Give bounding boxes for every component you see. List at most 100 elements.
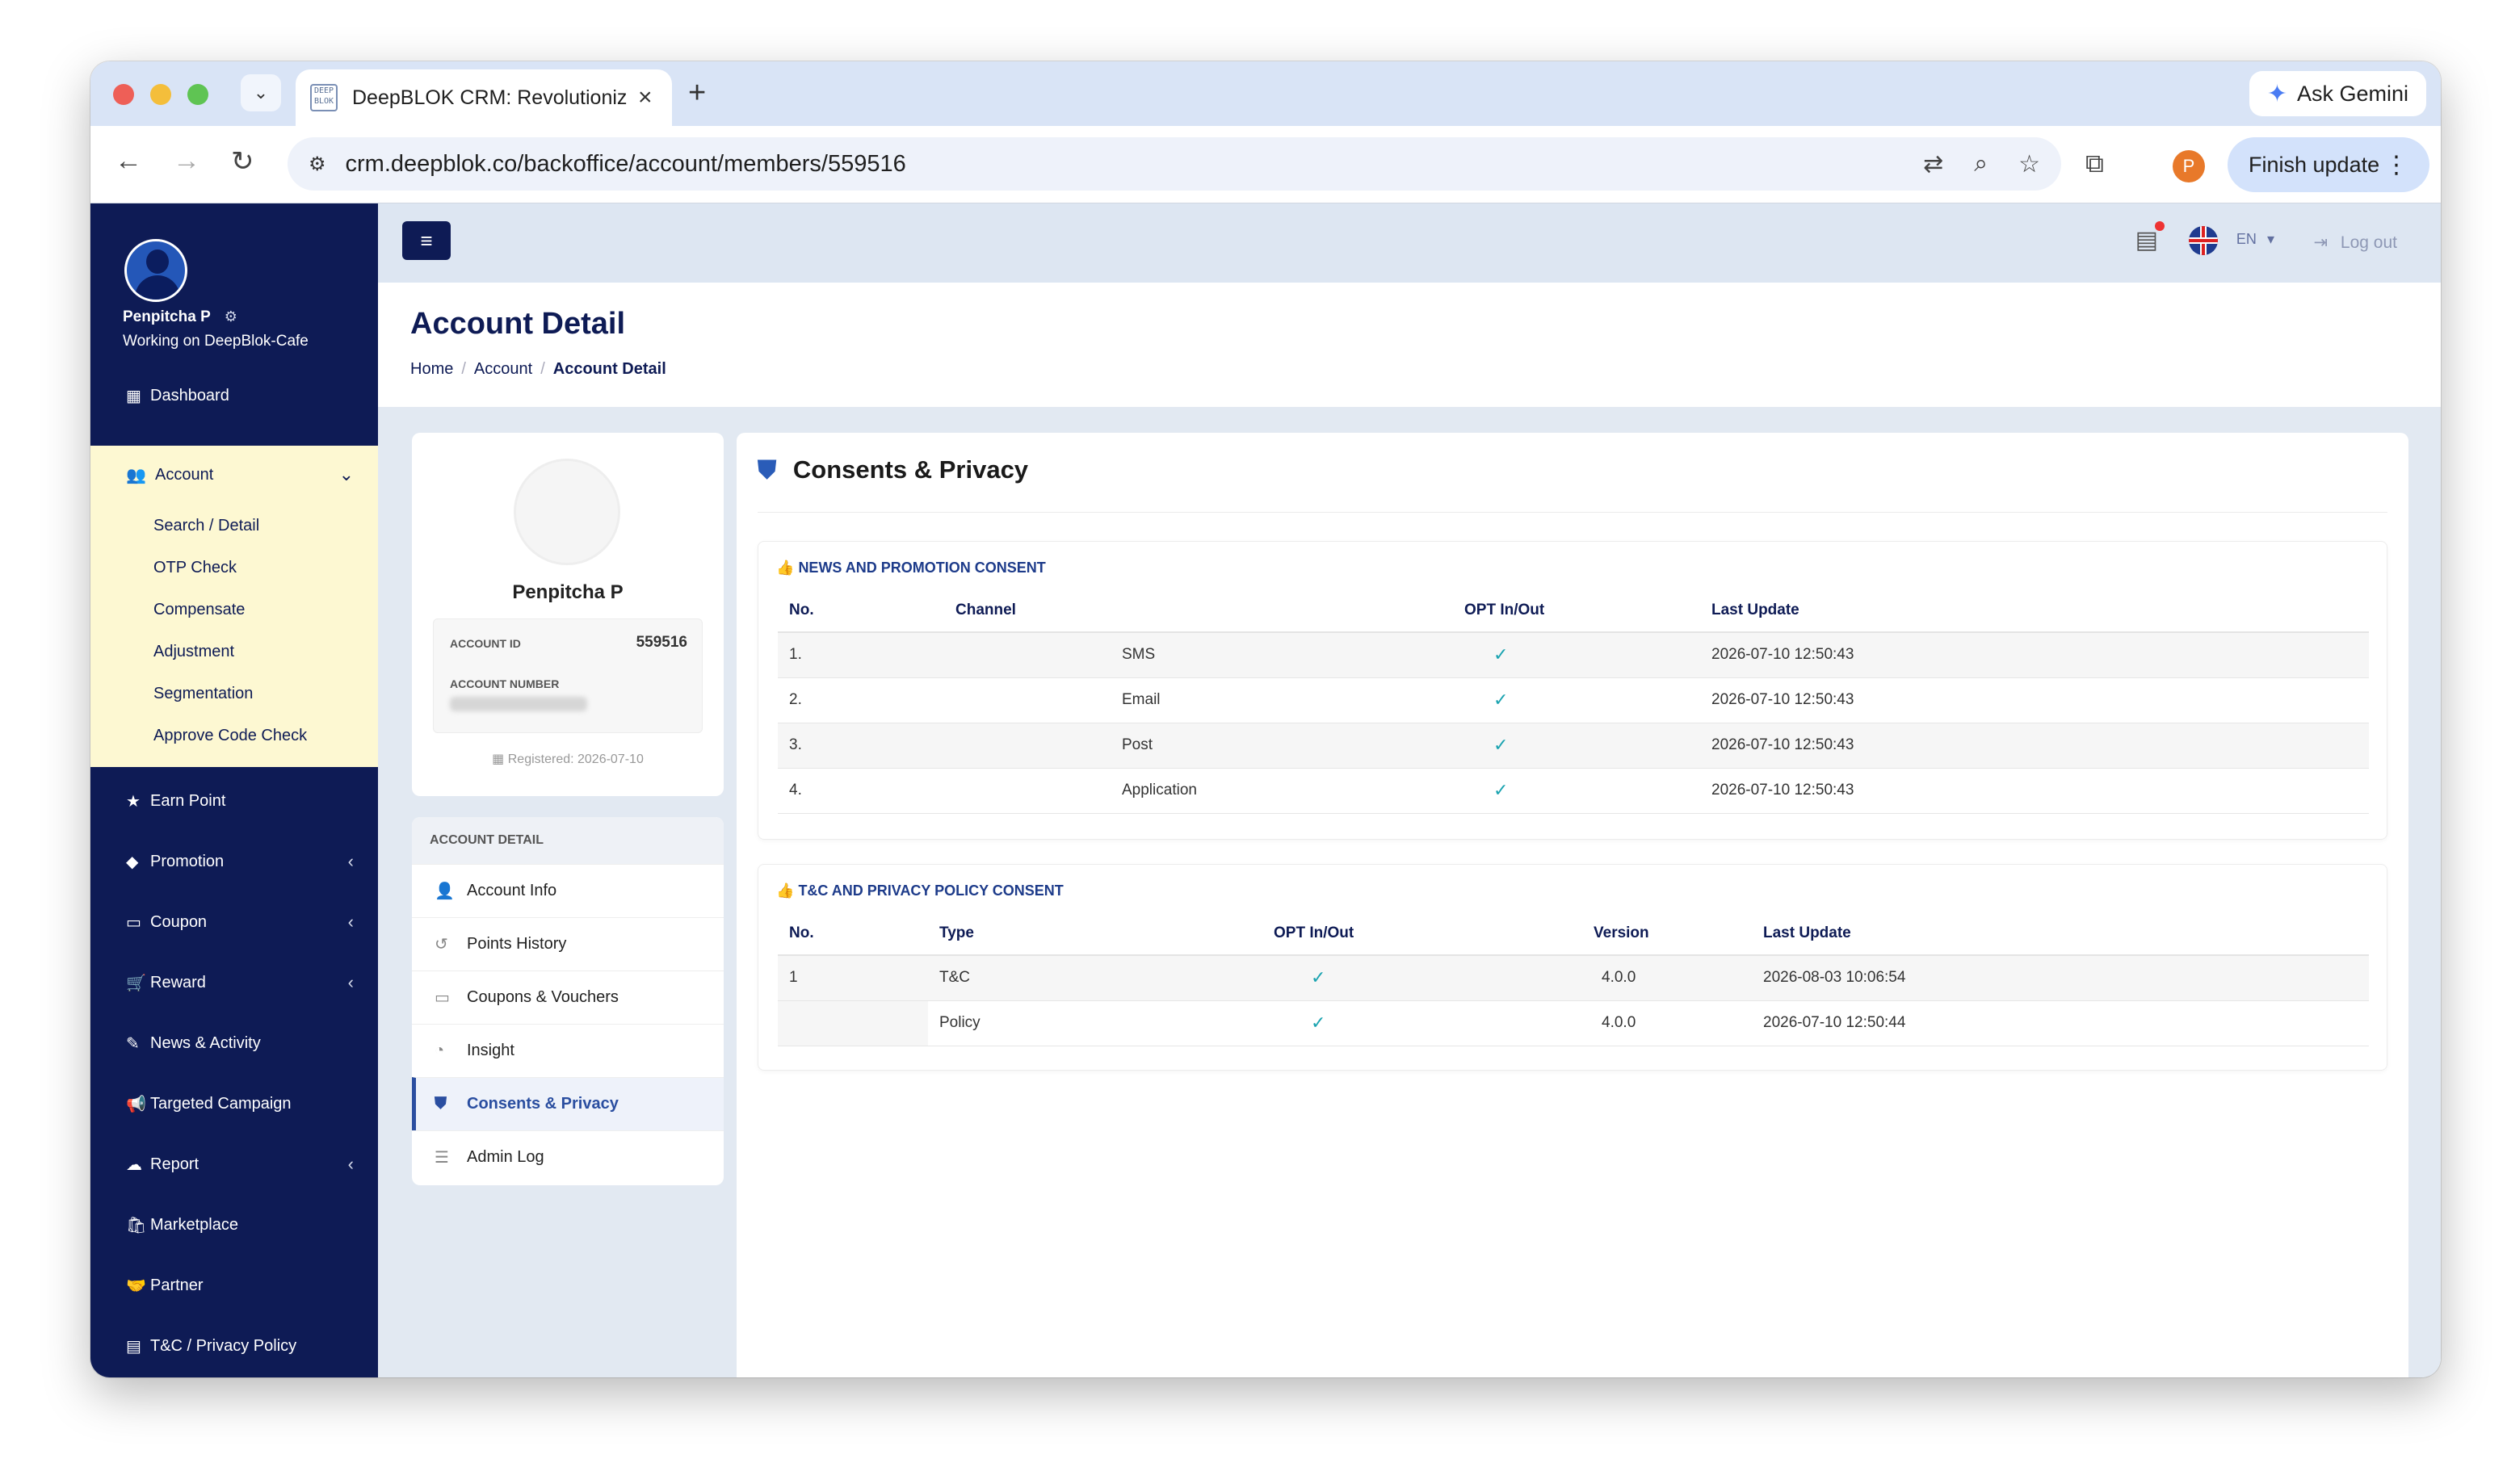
uk-flag-icon[interactable]	[2189, 226, 2218, 255]
logout-label: Log out	[2340, 233, 2397, 252]
account-detail-heading: ACCOUNT DETAIL	[412, 817, 724, 864]
star-icon: ★	[126, 792, 141, 811]
sidebar-subitem-compensate[interactable]: Compensate	[153, 601, 245, 619]
pie-chart-icon: ◔	[435, 1042, 445, 1059]
user-icon: 👤	[435, 882, 455, 900]
maximize-window-button[interactable]	[187, 84, 208, 105]
cell-no: 3.	[778, 723, 944, 769]
more-vert-icon: ⋮	[2384, 151, 2408, 178]
tnc-consent-table: No. Type OPT In/Out Version Last Update …	[778, 912, 2369, 1046]
menu-item-consents-privacy[interactable]: ⛊ Consents & Privacy	[412, 1077, 724, 1130]
minimize-window-button[interactable]	[150, 84, 171, 105]
column-header: Channel	[944, 589, 1453, 633]
menu-item-coupons-vouchers[interactable]: ▭ Coupons & Vouchers	[412, 970, 724, 1024]
sidebar: Penpitcha P ⚙ Working on DeepBlok-Cafe ▦…	[90, 203, 378, 1377]
cell-channel: Email	[944, 677, 1453, 723]
sidebar-subitem-approve-code-check[interactable]: Approve Code Check	[153, 727, 307, 745]
finish-update-label: Finish update	[2249, 152, 2380, 177]
sidebar-item-label: Partner	[150, 1276, 204, 1294]
menu-item-insight[interactable]: ◔ Insight	[412, 1024, 724, 1077]
sidebar-item-dashboard[interactable]: ▦ Dashboard	[90, 371, 378, 420]
sidebar-item-report[interactable]: ☁ Report ‹	[90, 1140, 378, 1188]
bookmark-star-icon[interactable]: ☆	[2018, 150, 2040, 178]
address-bar[interactable]: ⚙ crm.deepblok.co/backoffice/account/mem…	[288, 137, 2061, 191]
table-row: 2. Email ✓ 2026-07-10 12:50:43	[778, 677, 2369, 723]
new-tab-icon[interactable]: +	[688, 78, 706, 108]
cell-version: 4.0.0	[1582, 1000, 1752, 1046]
logout-link[interactable]: ⇥ Log out	[2313, 233, 2397, 253]
calendar-icon: ▦	[492, 752, 505, 766]
chevron-left-icon: ‹	[347, 972, 354, 992]
gemini-sparkle-icon: ✦	[2266, 80, 2287, 107]
sidebar-subitem-adjustment[interactable]: Adjustment	[153, 643, 234, 661]
sidebar-item-label: Dashboard	[150, 386, 229, 405]
sidebar-item-coupon[interactable]: ▭ Coupon ‹	[90, 898, 378, 946]
back-arrow-icon[interactable]: ←	[115, 145, 142, 177]
sidebar-item-promotion[interactable]: ◆ Promotion ‹	[90, 837, 378, 886]
url-text[interactable]: crm.deepblok.co/backoffice/account/membe…	[346, 151, 1893, 178]
sidebar-item-news-activity[interactable]: ✎ News & Activity	[90, 1019, 378, 1067]
column-header: OPT In/Out	[1453, 589, 1700, 633]
edit-icon: ✎	[126, 1034, 140, 1053]
sidebar-item-reward[interactable]: 🛒 Reward ‹	[90, 958, 378, 1007]
finish-update-button[interactable]: Finish update ⋮	[2228, 137, 2429, 192]
cell-last-update: 2026-07-10 12:50:43	[1700, 768, 2369, 814]
news-notification-icon[interactable]: ▤	[2135, 221, 2165, 254]
account-id-value: 559516	[636, 634, 687, 651]
shopping-bag-icon: 🛍	[126, 1216, 147, 1235]
cell-no: 2.	[778, 677, 944, 723]
menu-item-points-history[interactable]: ↺ Points History	[412, 917, 724, 970]
ticket-icon: ▭	[435, 989, 450, 1007]
news-promotion-consent-card: 👍 NEWS AND PROMOTION CONSENT No. Channel…	[758, 541, 2387, 840]
breadcrumb-home[interactable]: Home	[410, 360, 453, 378]
site-settings-icon[interactable]: ⚙	[309, 153, 326, 176]
zoom-icon[interactable]: ⌕	[1974, 150, 1988, 178]
close-tab-icon[interactable]: ×	[638, 84, 653, 111]
menu-item-label: Account Info	[467, 882, 557, 899]
sidebar-subitem-segmentation[interactable]: Segmentation	[153, 685, 253, 703]
menu-toggle-button[interactable]: ≡	[402, 221, 451, 260]
browser-toolbar: ← → ↻ ⚙ crm.deepblok.co/backoffice/accou…	[90, 126, 2441, 203]
chevron-down-icon: ⌄	[253, 82, 269, 103]
account-info-box: ACCOUNT ID 559516 ACCOUNT NUMBER	[433, 618, 703, 733]
sidebar-item-partner[interactable]: 🤝 Partner	[90, 1261, 378, 1310]
table-row: 4. Application ✓ 2026-07-10 12:50:43	[778, 768, 2369, 814]
browser-tab[interactable]: DEEP BLOK DeepBLOK CRM: Revolutioniz ×	[296, 69, 672, 126]
user-avatar[interactable]	[124, 239, 187, 302]
sidebar-item-account[interactable]: 👥 Account ⌄	[90, 446, 378, 504]
sidebar-item-marketplace[interactable]: 🛍 Marketplace	[90, 1201, 378, 1249]
forward-arrow-icon[interactable]: →	[173, 145, 200, 177]
reload-icon[interactable]: ↻	[231, 145, 254, 178]
registered-text: Registered: 2026-07-10	[507, 752, 644, 766]
profile-avatar[interactable]: P	[2173, 150, 2205, 182]
consents-panel: ⛊ Consents & Privacy 👍 NEWS AND PROMOTIO…	[737, 433, 2408, 1377]
cell-no: 4.	[778, 768, 944, 814]
close-window-button[interactable]	[113, 84, 134, 105]
check-icon: ✓	[1453, 768, 1700, 814]
translate-icon[interactable]: ⇄	[1923, 150, 1943, 178]
tab-search-button[interactable]: ⌄	[241, 74, 281, 111]
history-icon: ↺	[435, 936, 448, 954]
sidebar-item-earn-point[interactable]: ★ Earn Point	[90, 777, 378, 825]
ticket-icon: ▭	[126, 913, 141, 932]
ask-gemini-button[interactable]: ✦ Ask Gemini	[2249, 71, 2426, 116]
check-icon: ✓	[1453, 677, 1700, 723]
sidebar-subitem-otp-check[interactable]: OTP Check	[153, 559, 237, 577]
column-header: Version	[1582, 912, 1752, 956]
check-icon: ✓	[1262, 955, 1582, 1001]
gear-icon[interactable]: ⚙	[225, 308, 237, 325]
sidebar-item-targeted-campaign[interactable]: 📢 Targeted Campaign	[90, 1079, 378, 1128]
column-header: No.	[778, 912, 928, 956]
chevron-down-icon: ⌄	[338, 464, 354, 484]
language-selector[interactable]: EN ▾	[2236, 231, 2274, 248]
menu-item-account-info[interactable]: 👤 Account Info	[412, 864, 724, 917]
sidebar-item-label: Account	[155, 465, 214, 484]
sidebar-item-label: T&C / Privacy Policy	[150, 1336, 297, 1355]
profile-card: Penpitcha P ACCOUNT ID 559516 ACCOUNT NU…	[412, 433, 724, 796]
breadcrumb-account[interactable]: Account	[474, 360, 532, 378]
sidebar-subitem-search-detail[interactable]: Search / Detail	[153, 517, 259, 535]
menu-item-admin-log[interactable]: ☰ Admin Log	[412, 1130, 724, 1184]
menu-item-label: Insight	[467, 1042, 514, 1059]
sidebar-item-tnc-privacy[interactable]: ▤ T&C / Privacy Policy	[90, 1322, 378, 1370]
extensions-icon[interactable]: ⧉	[2085, 149, 2104, 179]
